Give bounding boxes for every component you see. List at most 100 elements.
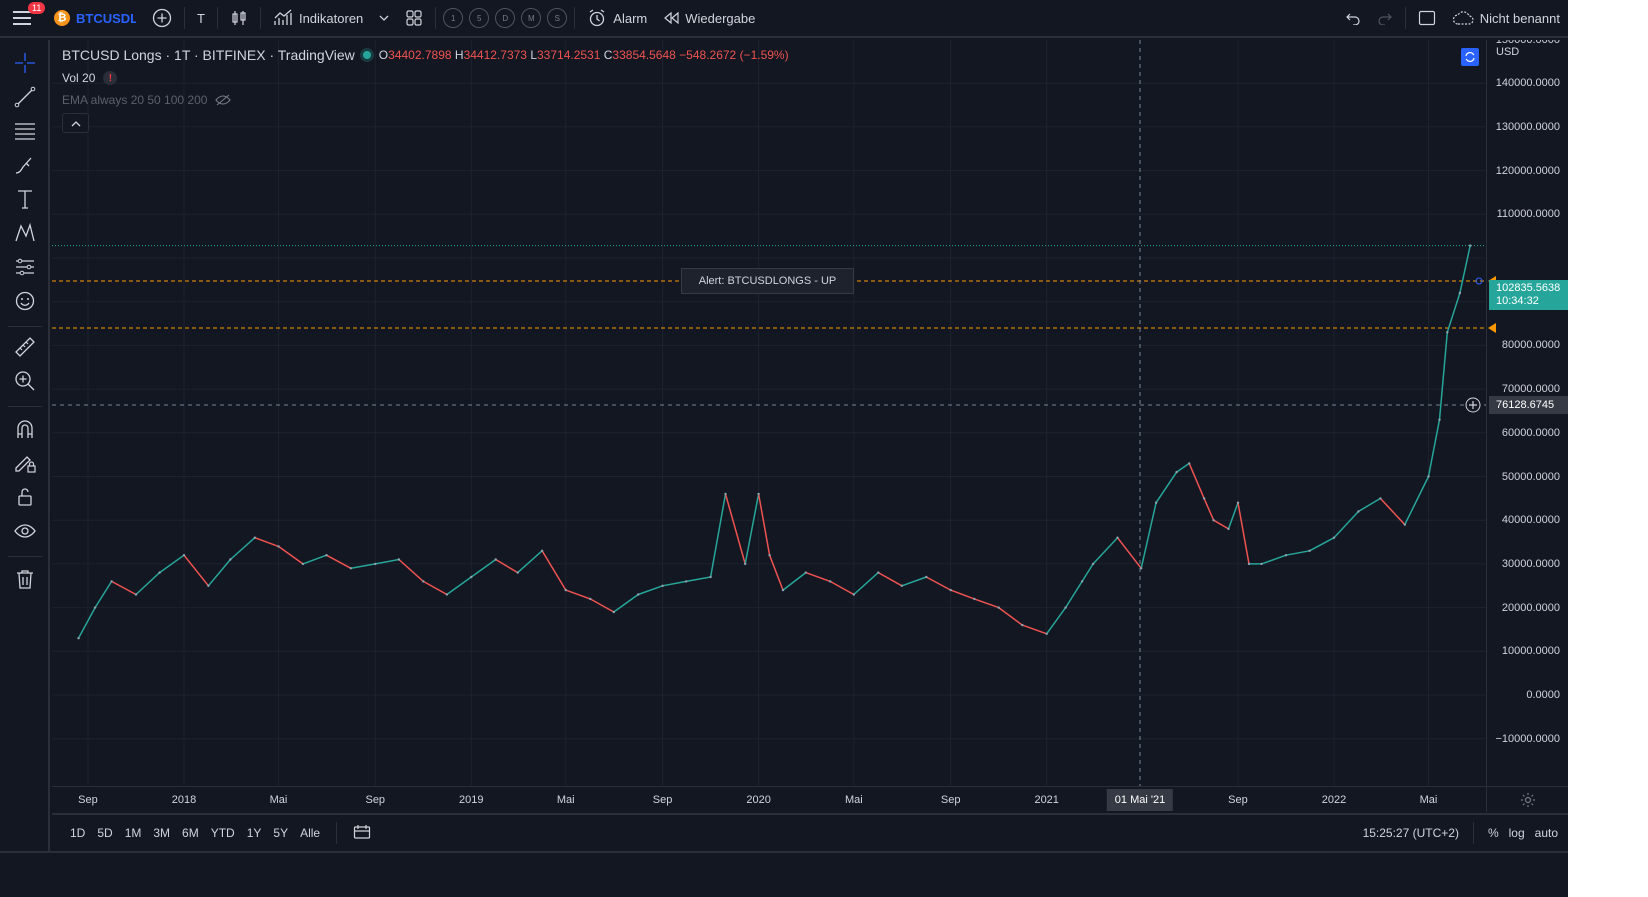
ema-legend[interactable]: EMA always 20 50 100 200 [62, 93, 232, 107]
range-5d[interactable]: 5D [91, 826, 118, 840]
volume-legend[interactable]: Vol 20 ! [62, 71, 118, 85]
data-point [229, 558, 232, 561]
notification-badge: 11 [28, 2, 46, 14]
chart-type-button[interactable] [222, 3, 256, 33]
warning-icon[interactable]: ! [103, 71, 118, 85]
data-point [470, 575, 473, 579]
ruler-icon [15, 337, 35, 357]
percent-toggle[interactable]: % [1488, 826, 1499, 840]
measure-tool[interactable] [10, 332, 40, 362]
redo-button[interactable] [1369, 3, 1401, 33]
series-segment-down [325, 554, 352, 570]
data-point [540, 549, 544, 552]
sync-button[interactable] [1461, 48, 1479, 66]
quick-interval-s[interactable]: S [547, 8, 568, 28]
hide-drawings-tool[interactable] [10, 516, 40, 546]
prediction-tool[interactable] [10, 252, 40, 282]
time-tick-label: 2019 [459, 794, 484, 806]
crosshair-tool[interactable] [10, 48, 40, 78]
alert-marker-lower[interactable] [1488, 323, 1496, 333]
brush-icon [15, 157, 32, 174]
series-segment-down [949, 589, 976, 600]
data-point [494, 558, 497, 561]
range-5y[interactable]: 5Y [267, 826, 294, 840]
quick-interval-1[interactable]: 1 [443, 8, 464, 28]
range-ytd[interactable]: YTD [205, 826, 241, 840]
symbol-search-button[interactable]: ₿ BTCUSDLONGS [46, 3, 144, 33]
series-segment-down [724, 493, 746, 565]
series-segment-up [1092, 536, 1119, 565]
data-point [134, 593, 138, 596]
indicators-button[interactable]: Indikatoren [265, 3, 371, 33]
data-point [1021, 623, 1024, 627]
eye-hidden-icon[interactable] [215, 93, 232, 107]
go-to-date-button[interactable] [347, 824, 377, 843]
range-1m[interactable]: 1M [119, 826, 148, 840]
pattern-tool[interactable] [10, 218, 40, 248]
right-panel-blank [1568, 0, 1648, 897]
price-tick-label: 110000.0000 [1496, 208, 1560, 221]
alert-line-label[interactable]: Alert: BTCUSDLONGS - UP [681, 268, 854, 294]
quick-interval-m[interactable]: M [521, 8, 542, 28]
indicators-dropdown[interactable] [371, 3, 397, 33]
remove-drawings-tool[interactable] [10, 564, 40, 594]
series-segment-up [516, 550, 543, 574]
chart-pane[interactable]: BTCUSD Longs · 1T · BITFINEX · TradingVi… [52, 40, 1486, 786]
data-point [277, 545, 280, 548]
zoom-tool[interactable] [10, 366, 40, 396]
data-point [1438, 418, 1441, 421]
fullscreen-button[interactable] [1410, 3, 1444, 33]
magnet-tool[interactable] [10, 414, 40, 444]
trend-line-tool[interactable] [10, 82, 40, 112]
quick-interval-5[interactable]: 5 [469, 8, 490, 28]
currency-selector[interactable]: USD [1496, 46, 1519, 58]
range-1d[interactable]: 1D [64, 826, 91, 840]
separator [1404, 7, 1406, 29]
data-point [516, 571, 519, 574]
time-tick-label: Mai [556, 794, 575, 806]
save-layout-button[interactable]: Nicht benannt [1444, 3, 1568, 33]
ema-label: EMA always 20 50 100 200 [62, 93, 208, 107]
interval-button[interactable]: T [189, 3, 213, 33]
time-axis[interactable]: 01 Mai '21 Sep 2018 Mai Sep 2019 Mai Sep 2020 Ma… [52, 786, 1486, 812]
date-range-buttons: 1D 5D 1M 3M 6M YTD 1Y 5Y Alle [52, 822, 377, 844]
price-tick-label: 150000.0000 [1496, 40, 1560, 46]
series-segment-up [1260, 554, 1287, 565]
series-segment-down [254, 536, 280, 548]
series-segment-down [757, 493, 771, 556]
collapse-legend-button[interactable] [62, 113, 89, 133]
text-tool[interactable] [10, 184, 40, 214]
alarm-button[interactable]: Alarm [579, 3, 655, 33]
series-segment-down [768, 554, 784, 591]
log-toggle[interactable]: log [1509, 826, 1525, 840]
brush-tool[interactable] [10, 150, 40, 180]
replay-button[interactable]: Wiedergabe [655, 3, 763, 33]
clock[interactable]: 15:25:27 (UTC+2) [1363, 826, 1459, 840]
fibonacci-tool[interactable] [10, 116, 40, 146]
range-6m[interactable]: 6M [176, 826, 205, 840]
price-axis[interactable]: −10000.0000 0.0000 10000.0000 20000.0000 300… [1486, 40, 1568, 786]
data-point [110, 580, 113, 583]
range-1y[interactable]: 1Y [241, 826, 268, 840]
auto-toggle[interactable]: auto [1535, 826, 1558, 840]
quick-interval-d[interactable]: D [495, 8, 516, 28]
price-tick-label: 30000.0000 [1501, 557, 1560, 570]
compare-symbol-button[interactable] [144, 3, 180, 33]
price-chart [52, 40, 1486, 786]
chart-settings-button[interactable] [1486, 786, 1568, 812]
lock-all-tool[interactable] [10, 482, 40, 512]
undo-button[interactable] [1337, 3, 1369, 33]
volume-label: Vol 20 [62, 71, 96, 85]
cloud-icon [1452, 11, 1474, 25]
series-segment-down [1021, 624, 1048, 635]
emoji-tool[interactable] [10, 286, 40, 316]
redo-icon [1378, 13, 1392, 25]
menu-button[interactable]: 11 [0, 0, 46, 37]
series-segment-up [229, 536, 256, 561]
lock-drawing-tool[interactable] [10, 448, 40, 478]
low-value: 33714.2531 [537, 48, 601, 62]
series-segment-down [1237, 501, 1250, 565]
templates-button[interactable] [397, 3, 431, 33]
range-all[interactable]: Alle [294, 826, 326, 840]
range-3m[interactable]: 3M [147, 826, 176, 840]
